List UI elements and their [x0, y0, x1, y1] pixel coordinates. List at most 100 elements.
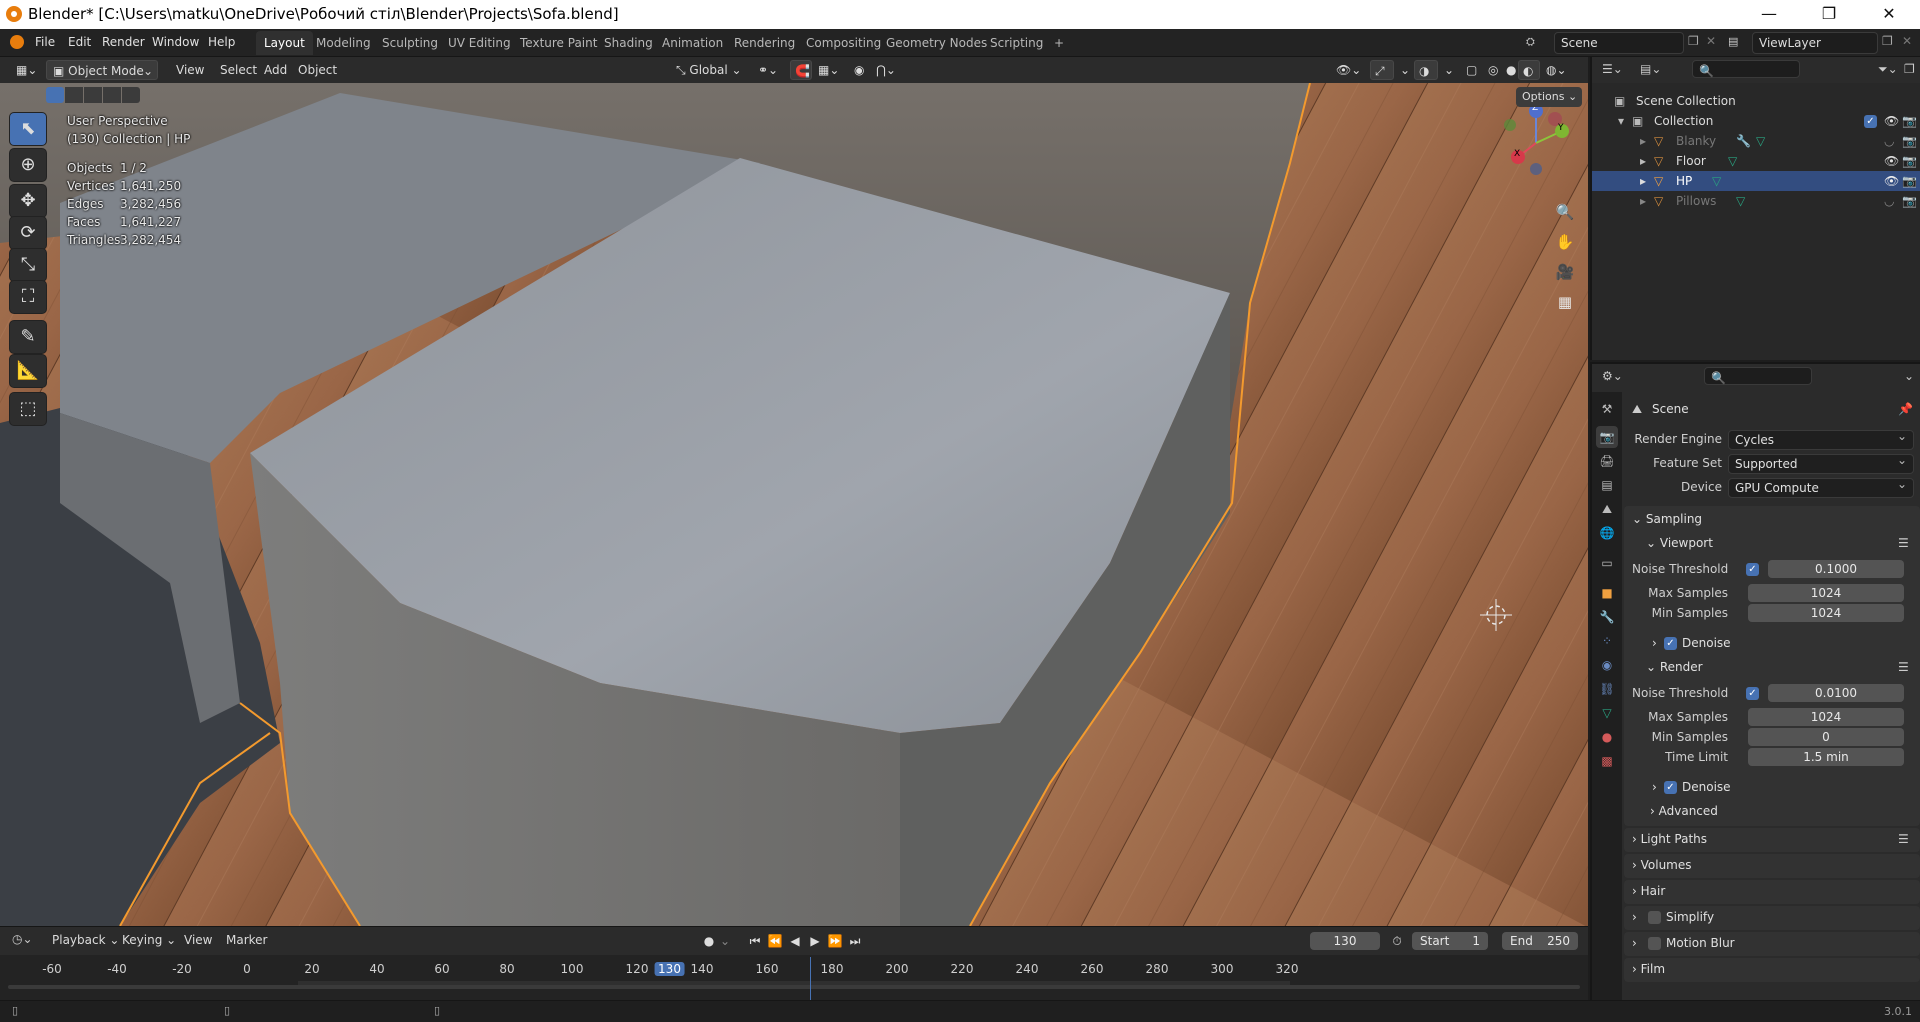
- outliner-row-object[interactable]: ▸ ▽ Blanky 🔧 ▽ ◡ 📷: [1592, 131, 1920, 151]
- select-extend-icon[interactable]: [65, 87, 83, 103]
- xray-toggle-icon[interactable]: ▢: [1460, 60, 1483, 80]
- transform-orientation-dropdown[interactable]: ⤡ Global ⌄: [670, 60, 748, 80]
- tab-compositing[interactable]: Compositing: [798, 31, 889, 55]
- presets-list-icon[interactable]: ☰: [1898, 832, 1909, 846]
- select-intersect-icon[interactable]: [122, 87, 140, 103]
- preview-range-icon[interactable]: ⏱: [1388, 934, 1406, 950]
- menu-help[interactable]: Help: [208, 35, 235, 49]
- proportional-edit-icon[interactable]: ◉: [848, 60, 870, 80]
- render-max-samples-field[interactable]: 1024: [1748, 708, 1904, 726]
- play-icon[interactable]: ▶: [806, 934, 824, 950]
- noise-threshold-checkbox[interactable]: ✓: [1746, 687, 1759, 700]
- add-cube-tool-icon[interactable]: ⬚: [10, 393, 46, 425]
- hair-panel[interactable]: [1624, 880, 1920, 904]
- world-tab-icon[interactable]: 🌐: [1596, 522, 1618, 544]
- annotate-tool-icon[interactable]: ✎: [10, 321, 46, 353]
- current-frame-field[interactable]: 130: [1310, 932, 1380, 950]
- expand-arrow-icon[interactable]: ▸: [1640, 151, 1646, 171]
- camera-render-icon[interactable]: 📷: [1902, 171, 1917, 191]
- overlay-toggle-icon[interactable]: ◑: [1414, 60, 1438, 80]
- film-header[interactable]: › Film: [1632, 962, 1665, 976]
- tab-layout[interactable]: Layout: [256, 31, 313, 55]
- transform-tool-icon[interactable]: ⛶: [10, 281, 46, 313]
- expand-arrow-icon[interactable]: ▸: [1640, 131, 1646, 151]
- jump-end-icon[interactable]: ⏭: [846, 934, 864, 950]
- noise-threshold-checkbox[interactable]: ✓: [1746, 563, 1759, 576]
- viewlayer-selector[interactable]: ViewLayer: [1752, 32, 1878, 54]
- expand-arrow-icon[interactable]: ▸: [1640, 171, 1646, 191]
- jump-keyframe-forward-icon[interactable]: ⏩: [826, 934, 844, 950]
- outliner-row-collection[interactable]: ▾ ▣ Collection ✓ 👁 📷: [1592, 111, 1920, 131]
- render-engine-dropdown[interactable]: Cycles: [1728, 427, 1914, 450]
- menu-keying[interactable]: Keying ⌄: [116, 930, 182, 950]
- volumes-header[interactable]: › Volumes: [1632, 858, 1692, 872]
- exclude-checkbox[interactable]: ✓: [1864, 115, 1877, 128]
- jump-start-icon[interactable]: ⏮: [746, 934, 764, 950]
- rotate-tool-icon[interactable]: ⟳: [10, 217, 46, 249]
- menu-window[interactable]: Window: [152, 35, 199, 49]
- camera-render-icon[interactable]: 📷: [1902, 111, 1917, 131]
- visibility-icon[interactable]: 👁⌄: [1330, 60, 1367, 80]
- tab-modeling[interactable]: Modeling: [308, 31, 379, 55]
- render-tab-icon[interactable]: 📷: [1596, 426, 1618, 448]
- minimize-button[interactable]: —: [1746, 0, 1792, 29]
- pivot-point-icon[interactable]: ⚭⌄: [752, 60, 784, 80]
- expand-arrow-icon[interactable]: ▸: [1640, 191, 1646, 211]
- select-subtract-icon[interactable]: [84, 87, 102, 103]
- move-tool-icon[interactable]: ✥: [10, 185, 46, 217]
- overlay-dropdown-icon[interactable]: ⌄: [1438, 60, 1460, 80]
- select-invert-icon[interactable]: [103, 87, 121, 103]
- viewport-denoise-checkbox[interactable]: ✓: [1664, 637, 1677, 650]
- select-new-icon[interactable]: [46, 87, 64, 103]
- viewport-subpanel-header[interactable]: ⌄ Viewport: [1646, 536, 1713, 550]
- menu-render[interactable]: Render: [102, 35, 145, 49]
- outliner-row-object[interactable]: ▸ ▽ Pillows ▽ ◡ 📷: [1592, 191, 1920, 211]
- render-denoise-checkbox[interactable]: ✓: [1664, 781, 1677, 794]
- shading-material-icon[interactable]: ◐: [1518, 60, 1540, 80]
- menu-object[interactable]: Object: [292, 60, 343, 80]
- current-frame-indicator[interactable]: 130: [654, 962, 685, 976]
- properties-search-input[interactable]: 🔍: [1704, 367, 1812, 385]
- data-tab-icon[interactable]: ▽: [1596, 702, 1618, 724]
- render-noise-threshold-field[interactable]: 0.0100: [1768, 684, 1904, 702]
- new-scene-icon[interactable]: ❐: [1688, 34, 1699, 48]
- feature-set-dropdown[interactable]: Supported: [1728, 451, 1914, 474]
- outliner-row-scene-collection[interactable]: ▣ Scene Collection: [1592, 91, 1920, 111]
- close-button[interactable]: ✕: [1866, 0, 1912, 29]
- material-tab-icon[interactable]: ●: [1596, 726, 1618, 748]
- outliner-editor-icon[interactable]: ☰⌄: [1602, 62, 1623, 76]
- output-tab-icon[interactable]: 🖨: [1596, 450, 1618, 472]
- advanced-subpanel-header[interactable]: › Advanced: [1650, 804, 1718, 818]
- maximize-button[interactable]: ❐: [1806, 0, 1852, 29]
- motion-blur-checkbox[interactable]: [1648, 937, 1661, 950]
- viewport-min-samples-field[interactable]: 1024: [1748, 604, 1904, 622]
- gizmo-dropdown-icon[interactable]: ⌄: [1394, 60, 1416, 80]
- 3d-viewport[interactable]: Z Y X Options ⌄ User Perspective (130) C…: [0, 83, 1588, 926]
- properties-editor-icon[interactable]: ⚙⌄: [1602, 369, 1623, 383]
- play-reverse-icon[interactable]: ◀: [786, 934, 804, 950]
- menu-file[interactable]: File: [35, 35, 55, 49]
- object-tab-icon[interactable]: ■: [1596, 582, 1618, 604]
- scene-tab-icon[interactable]: ⛰: [1596, 498, 1618, 520]
- menu-view[interactable]: View: [178, 930, 218, 950]
- timeline-scrollbar[interactable]: [8, 985, 1580, 989]
- gizmo-y-label[interactable]: Y: [1558, 123, 1564, 133]
- pin-icon[interactable]: 📌: [1898, 402, 1913, 416]
- options-dropdown[interactable]: Options ⌄: [1516, 87, 1582, 107]
- eye-hidden-icon[interactable]: ◡: [1884, 131, 1894, 151]
- tab-shading[interactable]: Shading: [596, 31, 661, 55]
- presets-list-icon[interactable]: ☰: [1898, 660, 1909, 674]
- camera-render-icon[interactable]: 📷: [1902, 151, 1917, 171]
- motion-blur-header[interactable]: ›: [1632, 936, 1637, 950]
- menu-select[interactable]: Select: [214, 60, 263, 80]
- outliner-search-input[interactable]: 🔍: [1692, 60, 1800, 78]
- render-time-limit-field[interactable]: 1.5 min: [1748, 748, 1904, 766]
- camera-view-icon[interactable]: 🎥: [1552, 259, 1578, 285]
- jump-keyframe-back-icon[interactable]: ⏪: [766, 934, 784, 950]
- scale-tool-icon[interactable]: ⤡: [10, 249, 46, 281]
- scene-selector[interactable]: Scene: [1554, 32, 1684, 54]
- tab-uv-editing[interactable]: UV Editing: [440, 31, 519, 55]
- menu-add[interactable]: Add: [258, 60, 293, 80]
- simplify-header[interactable]: ›: [1632, 910, 1637, 924]
- zoom-icon[interactable]: 🔍: [1552, 199, 1578, 225]
